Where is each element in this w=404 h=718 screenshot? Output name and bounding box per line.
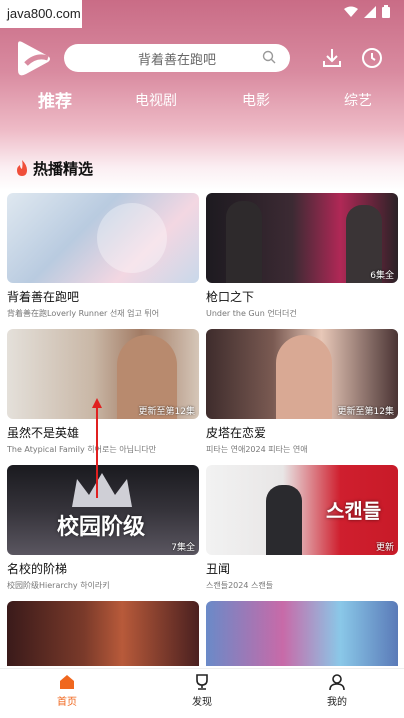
episode-badge: 更新至第12集	[138, 407, 195, 417]
app-logo	[18, 41, 50, 76]
drama-subtitle: Under the Gun 언더더건	[206, 309, 297, 318]
episode-badge: 更新至第12集	[337, 407, 394, 417]
tabbar-home-label: 首页	[57, 697, 77, 708]
drama-grid: 背着善在跑吧 背着善在跑Loverly Runner 선재 업고 튀어 6集全 …	[0, 190, 404, 666]
drama-title: 背着善在跑吧	[7, 290, 80, 304]
home-icon	[60, 675, 74, 689]
search-input[interactable]: 背着善在跑吧	[64, 44, 290, 72]
section-title: 热播精选	[33, 159, 94, 178]
download-icon[interactable]	[320, 46, 344, 70]
search-placeholder: 背着善在跑吧	[137, 52, 216, 68]
drama-card[interactable]	[206, 601, 398, 666]
episode-badge: 7集全	[171, 543, 195, 553]
drama-subtitle: 스캔들2024 스캔들	[206, 581, 274, 590]
user-icon	[329, 674, 345, 691]
search-icon[interactable]	[262, 50, 276, 64]
drama-title: 皮塔在恋爱	[206, 426, 267, 440]
annotation-arrow	[92, 398, 102, 498]
battery-icon	[382, 5, 390, 18]
poster-text: 스캔들	[326, 499, 382, 523]
drama-thumbnail	[7, 193, 199, 283]
drama-card[interactable]: 背着善在跑吧 背着善在跑Loverly Runner 선재 업고 튀어	[7, 193, 199, 319]
tabbar-discover[interactable]: 发现	[167, 673, 237, 708]
drama-card[interactable]	[7, 601, 199, 666]
category-tabs: 推荐 电视剧 电影 综艺	[0, 86, 404, 114]
drama-thumbnail	[7, 601, 199, 666]
drama-card[interactable]: 6集全 枪口之下 Under the Gun 언더더건	[206, 193, 398, 319]
tabbar-mine[interactable]: 我的	[302, 673, 372, 708]
history-clock-icon[interactable]	[360, 46, 384, 70]
drama-card[interactable]: 스캔들 更新 丑闻 스캔들2024 스캔들	[206, 465, 398, 591]
section-header: 热播精选	[14, 158, 93, 178]
drama-subtitle: 피타는 연애2024 피타는 연애	[206, 445, 308, 454]
drama-title: 名校的阶梯	[7, 562, 68, 576]
tabbar-mine-label: 我的	[327, 697, 347, 708]
episode-badge: 6集全	[370, 271, 394, 281]
signal-icon	[364, 5, 376, 18]
status-bar: java800.com	[0, 0, 404, 28]
tab-tv-series[interactable]: 电视剧	[135, 90, 177, 110]
drama-title: 丑闻	[206, 562, 231, 576]
drama-thumbnail: 更新至第12集	[206, 329, 398, 419]
episode-badge: 更新	[375, 543, 394, 553]
tab-movies[interactable]: 电影	[242, 90, 270, 110]
poster-text: 校园阶级	[57, 515, 146, 540]
trophy-icon	[196, 674, 208, 690]
tab-recommend[interactable]: 推荐	[38, 87, 72, 112]
drama-subtitle: 校园阶级Hierarchy 하이라키	[7, 581, 110, 590]
drama-card[interactable]: 更新至第12集 皮塔在恋爱 피타는 연애2024 피타는 연애	[206, 329, 398, 455]
drama-thumbnail: 스캔들 更新	[206, 465, 398, 555]
tabbar-home[interactable]: 首页	[32, 673, 102, 708]
flame-icon	[17, 160, 27, 176]
drama-subtitle: 背着善在跑Loverly Runner 선재 업고 튀어	[7, 309, 160, 318]
watermark-label: java800.com	[0, 0, 82, 28]
drama-thumbnail	[206, 601, 398, 666]
drama-title: 枪口之下	[206, 290, 255, 304]
bottom-tab-bar: 首页 发现 我的	[0, 668, 404, 718]
tab-variety[interactable]: 综艺	[344, 90, 372, 110]
tabbar-discover-label: 发现	[192, 697, 212, 708]
wifi-icon	[344, 6, 358, 17]
drama-thumbnail: 6集全	[206, 193, 398, 283]
